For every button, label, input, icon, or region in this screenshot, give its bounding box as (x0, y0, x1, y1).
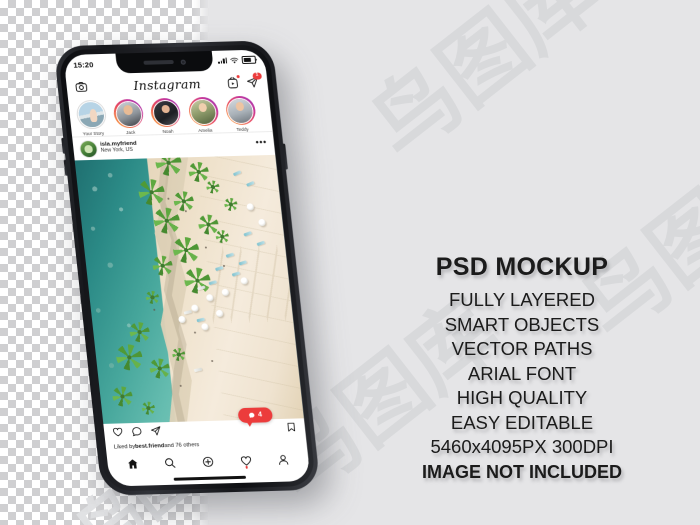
bookmark-icon[interactable] (285, 422, 297, 433)
likes-prefix: Liked by (113, 443, 136, 451)
resolution-line: 5460x4095PX 300DPI (430, 436, 614, 457)
instagram-logo: Instagram (132, 75, 202, 93)
camera-icon[interactable] (74, 80, 88, 93)
story-label: Teddy (236, 126, 249, 132)
story-ring (149, 97, 183, 128)
likes-suffix: and 76 others (163, 441, 200, 449)
feature-line: FULLY LAYERED (448, 289, 595, 310)
cellular-bars-icon (217, 57, 228, 64)
story-ring (224, 95, 257, 126)
story-label: Noah (162, 128, 174, 134)
disclaimer-line: IMAGE NOT INCLUDED (422, 461, 622, 482)
share-icon[interactable] (150, 425, 162, 436)
story-label: Jack (125, 129, 136, 135)
story-item-teddy[interactable]: Teddy (222, 95, 259, 132)
story-item-amelia[interactable]: Amelia (185, 96, 222, 133)
comment-icon[interactable] (131, 426, 143, 437)
story-ring (112, 98, 145, 129)
feature-line: HIGH QUALITY (456, 387, 588, 408)
post-image[interactable] (74, 154, 304, 424)
heart-icon[interactable] (112, 426, 124, 437)
watermark: 鸟图库 (351, 0, 617, 179)
tab-activity[interactable] (239, 455, 252, 469)
more-options-icon[interactable]: ••• (255, 137, 267, 148)
direct-message-badge: 1 (252, 72, 263, 80)
avatar[interactable] (79, 140, 98, 157)
tab-add-post[interactable] (201, 456, 214, 468)
search-icon (165, 458, 176, 468)
comment-count: 4 (257, 411, 263, 419)
wifi-icon (230, 57, 239, 63)
profile-icon (279, 455, 289, 465)
feature-line: SMART OBJECTS (444, 313, 600, 335)
home-icon (127, 459, 138, 469)
tab-profile[interactable] (277, 454, 290, 466)
status-clock: 15:20 (72, 59, 94, 70)
feature-line: EASY EDITABLE (450, 411, 594, 433)
comment-icon (249, 412, 255, 418)
story-item-noah[interactable]: Noah (148, 97, 185, 134)
marketing-copy: PSD MOCKUP FULLY LAYERED SMART OBJECTS V… (396, 255, 648, 481)
story-item-your-story[interactable]: Your Story (73, 100, 110, 136)
likes-username[interactable]: best.friend (135, 443, 165, 450)
igtv-icon[interactable] (226, 75, 240, 89)
paper-plane-icon[interactable]: 1 (246, 72, 263, 89)
mockup-canvas: 鸟图库 鸟图库 鸟图库 鸟图库 15:20 (0, 0, 700, 525)
comment-count-badge: 4 (237, 407, 274, 424)
battery-icon (241, 55, 257, 65)
story-label: Your Story (82, 130, 105, 137)
story-ring (187, 96, 220, 127)
story-ring (75, 100, 108, 130)
story-label: Amelia (197, 127, 213, 133)
tab-home[interactable] (126, 458, 139, 470)
page-title: PSD MOCKUP (435, 253, 609, 281)
story-item-jack[interactable]: Jack (111, 98, 148, 135)
tab-search[interactable] (164, 457, 177, 469)
feature-line: ARIAL FONT (467, 362, 577, 384)
add-post-icon (202, 456, 214, 467)
feature-line: VECTOR PATHS (451, 338, 593, 359)
stories-tray[interactable]: Your Story Jack Noah Amelia Teddy (68, 94, 273, 138)
